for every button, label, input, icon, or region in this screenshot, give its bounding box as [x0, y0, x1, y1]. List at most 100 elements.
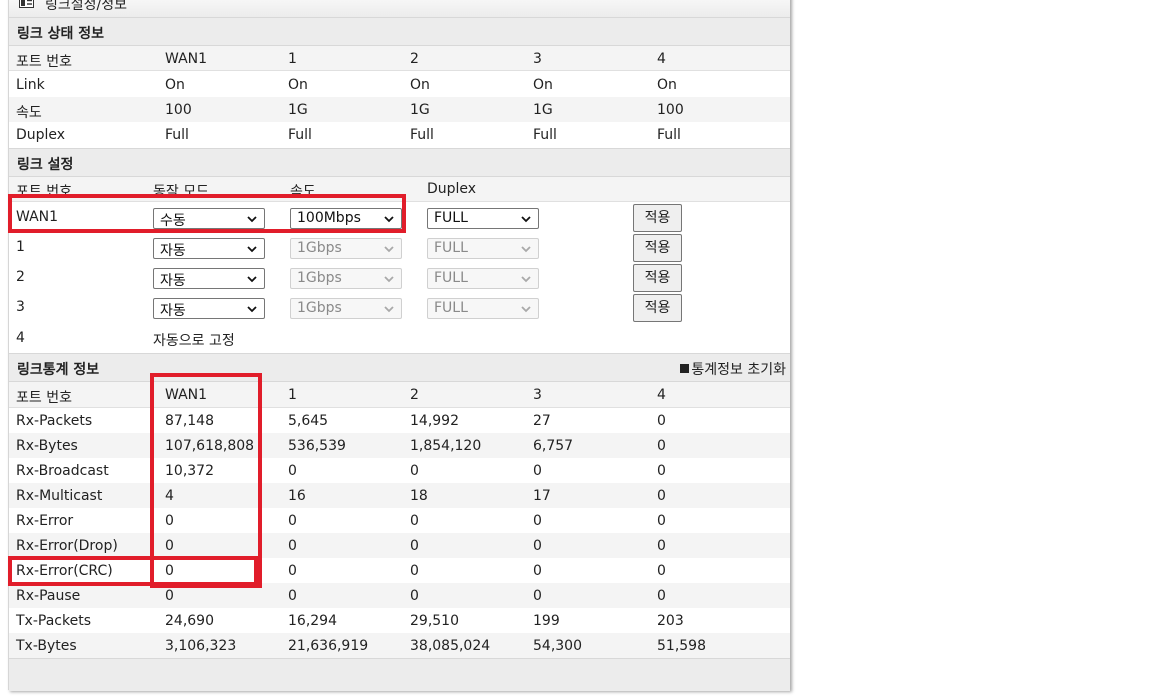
- table-row: 속도 100 1G 1G 1G 100: [9, 97, 790, 122]
- table-cell: On: [288, 77, 308, 93]
- table-row: Rx-Multicast 4 16 18 17 0: [9, 483, 790, 508]
- table-cell: 속도: [16, 105, 42, 121]
- table-cell: 51,598: [657, 638, 706, 654]
- table-cell: 0: [410, 513, 419, 529]
- apply-button[interactable]: 적용: [633, 264, 682, 292]
- table-cell: Full: [657, 127, 681, 143]
- table-cell: 0: [533, 538, 542, 554]
- table-cell: 38,085,024: [410, 638, 491, 654]
- section-link-settings: 링크 설정: [9, 148, 790, 177]
- panel-title: 링크설정/정보: [45, 0, 127, 13]
- table-cell: 0: [410, 538, 419, 554]
- table-cell: Full: [165, 127, 189, 143]
- table-cell: 6,757: [533, 438, 574, 454]
- chevron-down-icon: [384, 276, 394, 283]
- column-header: Duplex: [427, 181, 477, 197]
- section-link-stats: 링크통계 정보 통계정보 초기화: [9, 353, 790, 382]
- port-label: WAN1: [16, 209, 59, 225]
- table-cell: 16: [288, 488, 306, 504]
- select-value: FULL: [434, 210, 468, 226]
- fixed-mode-note: 자동으로 고정: [153, 333, 235, 349]
- chevron-down-icon: [247, 246, 257, 253]
- table-row: Rx-Error 0 0 0 0 0: [9, 508, 790, 533]
- table-cell: 0: [533, 513, 542, 529]
- table-cell: 0: [165, 588, 174, 604]
- reset-icon: [680, 364, 690, 373]
- table-cell: Duplex: [16, 127, 66, 143]
- speed-select: 1Gbps: [290, 238, 402, 259]
- column-header: 포트 번호: [16, 184, 72, 200]
- table-cell: Rx-Error(CRC): [16, 563, 113, 579]
- chevron-down-icon: [521, 276, 531, 283]
- port-label: 2: [16, 269, 25, 285]
- table-cell: Rx-Bytes: [16, 438, 78, 454]
- column-header: 4: [657, 387, 666, 403]
- apply-button[interactable]: 적용: [633, 294, 682, 322]
- table-cell: 0: [288, 563, 297, 579]
- apply-button[interactable]: 적용: [633, 234, 682, 262]
- table-cell: 0: [657, 463, 666, 479]
- mode-select[interactable]: 자동: [153, 238, 265, 259]
- mode-select[interactable]: 자동: [153, 268, 265, 289]
- table-cell: 24,690: [165, 613, 214, 629]
- settings-row: 3 자동 1Gbps FULL 적용: [9, 294, 790, 324]
- status-header-row: 포트 번호 WAN1 1 2 3 4: [9, 46, 790, 71]
- select-value: 자동: [160, 273, 186, 289]
- duplex-select[interactable]: FULL: [427, 208, 539, 229]
- mode-select[interactable]: 수동: [153, 208, 265, 229]
- table-cell: 0: [657, 413, 666, 429]
- table-cell: On: [657, 77, 677, 93]
- apply-button[interactable]: 적용: [633, 204, 682, 232]
- table-cell: 0: [288, 538, 297, 554]
- table-cell: Full: [288, 127, 312, 143]
- port-label: 4: [16, 330, 25, 346]
- chevron-down-icon: [247, 216, 257, 223]
- table-cell: Tx-Packets: [16, 613, 91, 629]
- column-header: 포트 번호: [16, 54, 72, 70]
- table-cell: 1G: [533, 102, 553, 118]
- table-cell: On: [410, 77, 430, 93]
- table-cell: 1,854,120: [410, 438, 482, 454]
- table-cell: Full: [533, 127, 557, 143]
- table-cell: 18: [410, 488, 428, 504]
- settings-row: 2 자동 1Gbps FULL 적용: [9, 264, 790, 294]
- chevron-down-icon: [247, 306, 257, 313]
- column-header: 동작 모드: [153, 184, 209, 200]
- speed-select[interactable]: 100Mbps: [290, 208, 402, 229]
- table-cell: Rx-Pause: [16, 588, 81, 604]
- speed-select: 1Gbps: [290, 268, 402, 289]
- column-header: 2: [410, 387, 419, 403]
- table-row: Duplex Full Full Full Full Full: [9, 122, 790, 147]
- table-cell: 0: [533, 563, 542, 579]
- table-cell: On: [533, 77, 553, 93]
- table-row: Rx-Broadcast 10,372 0 0 0 0: [9, 458, 790, 483]
- table-cell: Link: [16, 77, 45, 93]
- table-cell: 0: [410, 588, 419, 604]
- table-cell: 199: [533, 613, 560, 629]
- column-header: 1: [288, 387, 297, 403]
- chevron-down-icon: [384, 246, 394, 253]
- duplex-select: FULL: [427, 268, 539, 289]
- table-cell: 0: [288, 463, 297, 479]
- table-cell: 203: [657, 613, 684, 629]
- table-cell: 0: [657, 513, 666, 529]
- table-cell: 0: [165, 513, 174, 529]
- table-cell: 100: [165, 102, 192, 118]
- table-cell: Rx-Packets: [16, 413, 93, 429]
- chevron-down-icon: [247, 276, 257, 283]
- mode-select[interactable]: 자동: [153, 298, 265, 319]
- table-cell: 17: [533, 488, 551, 504]
- table-row: Link On On On On On: [9, 72, 790, 97]
- table-cell: 0: [288, 588, 297, 604]
- section-title: 링크 설정: [17, 157, 74, 173]
- table-cell: 3,106,323: [165, 638, 237, 654]
- table-cell: Rx-Broadcast: [16, 463, 109, 479]
- table-cell: 0: [165, 563, 174, 579]
- settings-row: WAN1 수동 100Mbps FULL 적용: [9, 204, 790, 234]
- table-cell: 29,510: [410, 613, 459, 629]
- table-cell: 0: [533, 588, 542, 604]
- table-cell: 0: [288, 513, 297, 529]
- table-cell: Rx-Multicast: [16, 488, 103, 504]
- table-cell: 87,148: [165, 413, 214, 429]
- reset-stats-button[interactable]: 통계정보 초기화: [680, 359, 786, 379]
